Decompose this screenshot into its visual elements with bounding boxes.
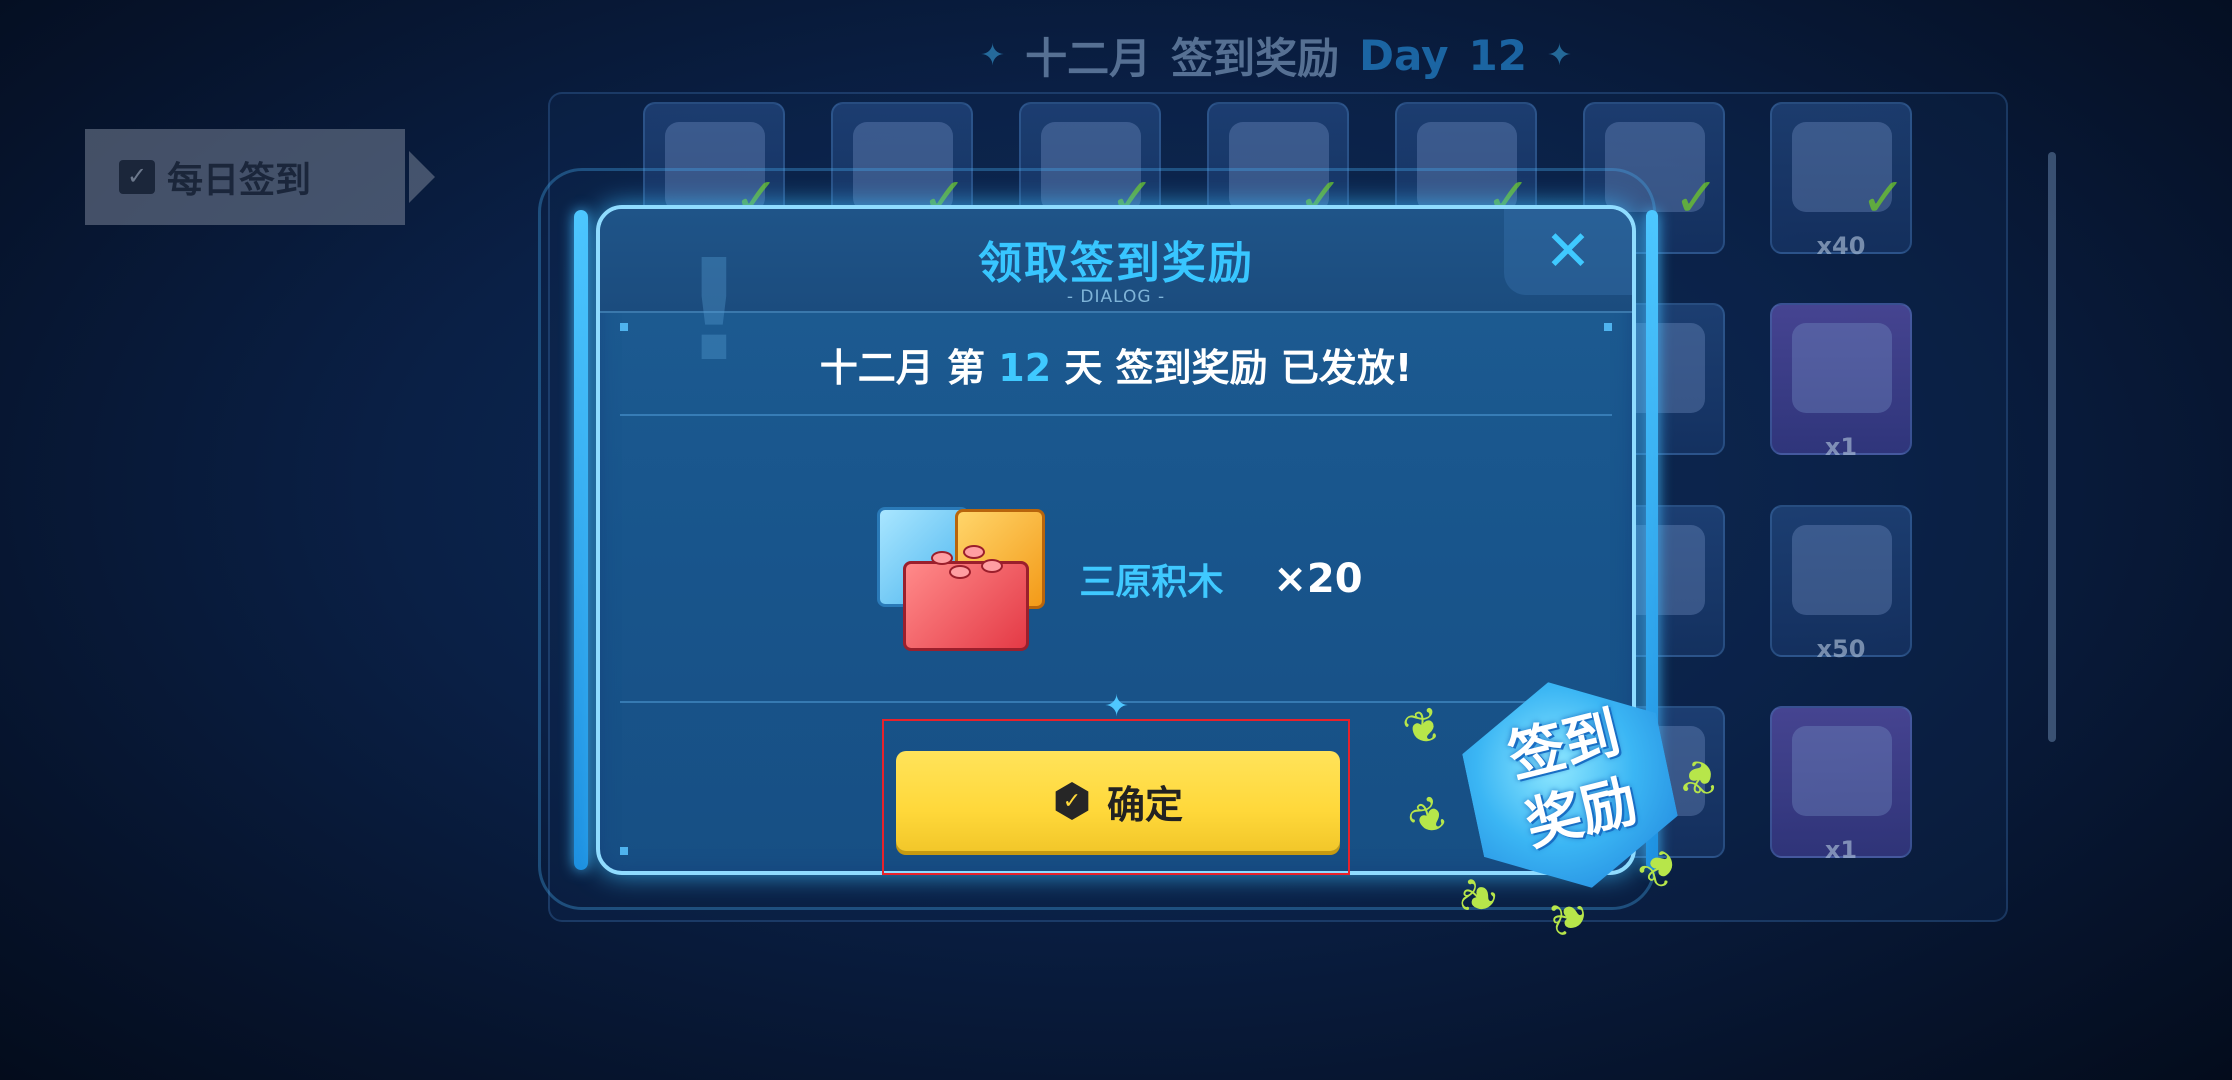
check-icon: ✓: [1860, 166, 1906, 229]
side-tab-label: 每日签到: [167, 160, 312, 201]
laurel-icon: ❦: [1397, 783, 1462, 851]
reward-tile[interactable]: x50: [1770, 505, 1912, 663]
laurel-icon: ❦: [1675, 747, 1723, 807]
header-day-label: Day: [1359, 30, 1449, 80]
side-tab-daily-signin[interactable]: 每日签到: [85, 129, 435, 225]
background-header: ✦ 十二月 签到奖励 Day 12 ✦: [980, 20, 1572, 90]
laurel-icon: ❦: [1447, 869, 1512, 925]
header-month: 十二月: [1025, 33, 1152, 83]
tile-quantity: x1: [1824, 836, 1858, 864]
calendar-check-icon: [119, 160, 155, 194]
dialog-left-accent: [574, 210, 588, 870]
reward-tile[interactable]: x1: [1770, 706, 1912, 864]
reward-tile[interactable]: ✓ x40: [1770, 102, 1912, 260]
corner-dot: [620, 847, 628, 855]
message-tian: 天: [1064, 346, 1103, 390]
confirm-label: 确定: [1106, 782, 1183, 827]
header-title: 签到奖励: [1171, 33, 1340, 83]
dialog-title: 领取签到奖励: [978, 238, 1254, 289]
sparkle-icon: ✦: [980, 37, 1006, 73]
reward-quantity: ×20: [1273, 556, 1363, 602]
laurel-icon: ❦: [1539, 893, 1600, 941]
tile-quantity: x50: [1816, 635, 1866, 663]
corner-dot: [1604, 323, 1612, 331]
laurel-icon: ❦: [1395, 695, 1451, 759]
check-hexagon-icon: ✓: [1055, 782, 1089, 820]
reward-name: 三原积木: [1079, 562, 1224, 603]
sparkle-icon: ✦: [1546, 37, 1573, 73]
reward-row: 三原积木 ×20: [600, 499, 1632, 659]
reward-message: 十二月 第 12 天 签到奖励 已发放!: [600, 337, 1632, 392]
message-day: 12: [998, 346, 1052, 390]
signin-reward-badge: ❦ ❦ ❦ ❦ ❦ ❦ 签到 奖励: [1396, 640, 1740, 950]
calendar-scrollbar[interactable]: [2048, 152, 2056, 742]
check-icon: ✓: [1673, 166, 1719, 229]
dialog-header: ! 领取签到奖励 - DIALOG - ✕: [600, 209, 1632, 387]
divider: [620, 414, 1612, 416]
header-day-number: 12: [1468, 30, 1527, 80]
message-reward: 签到奖励: [1115, 346, 1268, 390]
confirm-button[interactable]: ✓ 确定: [896, 751, 1340, 851]
reward-tile[interactable]: x1: [1770, 303, 1912, 461]
close-button[interactable]: ✕: [1504, 209, 1632, 295]
corner-dot: [620, 323, 628, 331]
message-month: 十二月: [819, 346, 934, 390]
message-issued: 已发放!: [1280, 346, 1413, 390]
dialog-subtitle: - DIALOG -: [1066, 287, 1166, 307]
building-blocks-icon: [869, 499, 1059, 659]
tile-quantity: x1: [1824, 433, 1858, 461]
close-icon: ✕: [1544, 219, 1592, 284]
tile-quantity: x40: [1816, 232, 1866, 260]
message-di: 第: [947, 346, 986, 390]
